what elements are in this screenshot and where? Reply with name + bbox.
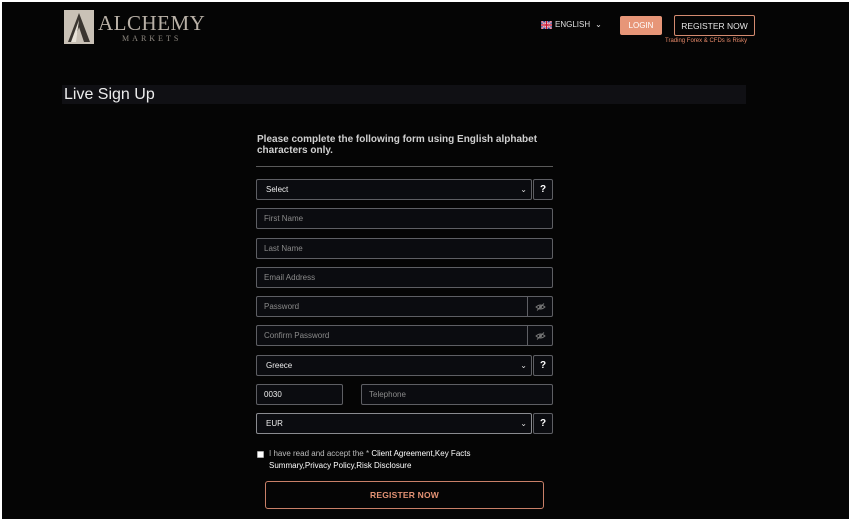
- required-asterisk: *: [365, 449, 370, 458]
- page: ALCHEMY MARKETS ENGLISH ⌄ LOGIN REGISTER…: [2, 2, 849, 519]
- phone-code-input[interactable]: [256, 384, 343, 405]
- eye-slash-icon: [534, 331, 546, 340]
- alchemy-logo-icon: [64, 10, 94, 44]
- uk-flag-icon: [541, 20, 552, 29]
- divider: [256, 166, 553, 167]
- account-type-value: Select: [266, 185, 289, 194]
- risk-warning: Trading Forex & CFDs is Risky: [665, 38, 748, 44]
- terms-checkbox[interactable]: [257, 451, 264, 458]
- language-label: ENGLISH: [555, 20, 591, 29]
- toggle-password-visibility[interactable]: [527, 296, 553, 317]
- password-input[interactable]: [256, 296, 528, 317]
- chevron-down-icon: ⌄: [520, 185, 527, 194]
- country-help-button[interactable]: ?: [533, 355, 553, 376]
- logo-name: ALCHEMY: [98, 10, 206, 35]
- email-input[interactable]: [256, 267, 553, 288]
- chevron-down-icon: ⌄: [520, 419, 527, 428]
- account-type-help-button[interactable]: ?: [533, 179, 553, 200]
- account-type-select[interactable]: Select ⌄: [256, 179, 532, 200]
- terms-prefix: I have read and accept the: [269, 449, 366, 458]
- page-title: Live Sign Up: [64, 86, 155, 103]
- logo[interactable]: ALCHEMY MARKETS: [64, 10, 205, 44]
- confirm-password-input[interactable]: [256, 325, 528, 346]
- logo-text: ALCHEMY MARKETS: [98, 12, 205, 43]
- logo-subtitle: MARKETS: [122, 33, 182, 43]
- register-now-header-button[interactable]: REGISTER NOW: [674, 15, 755, 36]
- last-name-input[interactable]: [256, 238, 553, 259]
- login-button[interactable]: LOGIN: [620, 16, 662, 35]
- terms-text: I have read and accept the * Client Agre…: [269, 448, 509, 472]
- form-instructions: Please complete the following form using…: [257, 134, 538, 156]
- telephone-input[interactable]: [361, 384, 553, 405]
- currency-help-button[interactable]: ?: [533, 413, 553, 434]
- eye-slash-icon: [534, 302, 546, 311]
- register-now-submit-button[interactable]: REGISTER NOW: [265, 481, 544, 509]
- first-name-input[interactable]: [256, 208, 553, 229]
- chevron-down-icon: ⌄: [595, 20, 602, 29]
- country-value: Greece: [266, 361, 293, 370]
- toggle-confirm-password-visibility[interactable]: [527, 325, 553, 346]
- language-selector[interactable]: ENGLISH ⌄: [541, 20, 602, 29]
- title-bar: Live Sign Up: [62, 85, 746, 104]
- country-select[interactable]: Greece ⌄: [256, 355, 532, 376]
- currency-value: EUR: [266, 419, 283, 428]
- currency-select[interactable]: EUR ⌄: [256, 413, 532, 434]
- chevron-down-icon: ⌄: [520, 361, 527, 370]
